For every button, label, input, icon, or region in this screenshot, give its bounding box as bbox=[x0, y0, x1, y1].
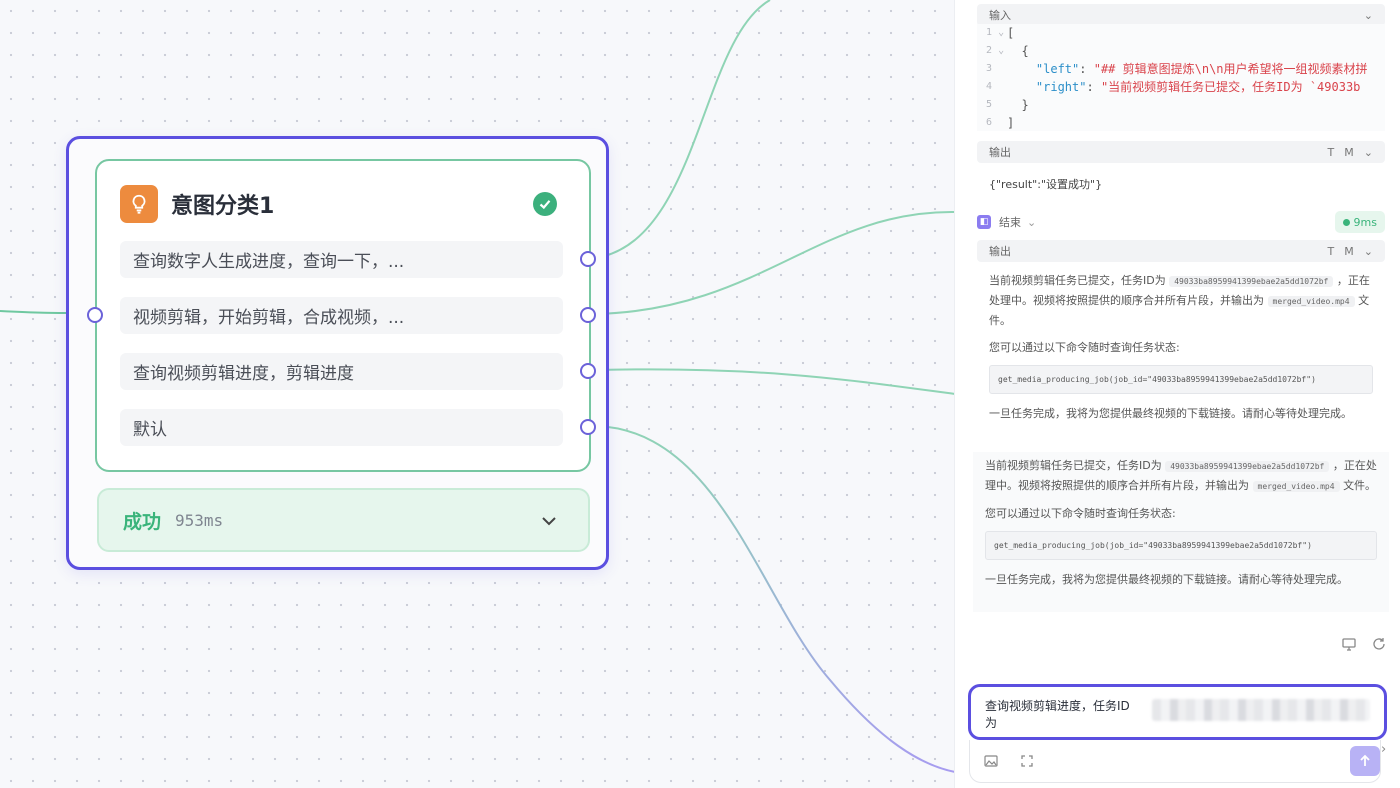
code-line: 1 ⌄[ bbox=[986, 26, 1015, 40]
send-button[interactable] bbox=[1350, 746, 1380, 776]
lightbulb-icon bbox=[120, 185, 158, 223]
status-time: 953ms bbox=[175, 510, 224, 530]
arrow-up-icon bbox=[1360, 754, 1370, 766]
edge-branch-3 bbox=[595, 368, 956, 395]
output-section-label: 输出 bbox=[989, 146, 1011, 159]
chevron-down-icon[interactable]: ⌄ bbox=[1027, 216, 1036, 229]
chat-input[interactable]: 查询视频剪辑进度，任务ID为 bbox=[968, 684, 1387, 740]
output-port-4[interactable] bbox=[580, 419, 596, 435]
run-log-panel: 输入 ⌄ 1 ⌄[ 2 ⌄ { 3 "left": "## 剪辑意图提炼\n\n… bbox=[954, 0, 1400, 788]
success-check-icon bbox=[533, 192, 557, 216]
redacted-text bbox=[1152, 699, 1370, 721]
text-format-button[interactable]: T bbox=[1328, 245, 1335, 258]
output-value: {"result":"设置成功"} bbox=[977, 168, 1385, 196]
intent-item-1[interactable]: 查询数字人生成进度，查询一下，... bbox=[120, 241, 563, 278]
code-line: 5 } bbox=[986, 98, 1029, 112]
input-section-label: 输入 bbox=[989, 9, 1011, 22]
text-format-button[interactable]: T bbox=[1328, 146, 1335, 159]
node-title: 意图分类1 bbox=[171, 194, 275, 219]
chevron-down-icon[interactable]: ⌄ bbox=[1364, 9, 1373, 22]
image-upload-icon[interactable] bbox=[984, 754, 998, 768]
status-dot bbox=[1342, 218, 1350, 226]
duration-badge: 9ms bbox=[1334, 211, 1385, 233]
end-node-label: 结束 bbox=[999, 216, 1021, 229]
run-status-bar[interactable]: 成功 953ms bbox=[97, 488, 590, 552]
chat-input-toolbar bbox=[969, 740, 1381, 783]
intent-item-4[interactable]: 默认 bbox=[120, 409, 563, 446]
chat-reply-message: 当前视频剪辑任务已提交，任务ID为 49033ba8959941399ebae2… bbox=[973, 452, 1389, 612]
chevron-down-icon[interactable]: ⌄ bbox=[1364, 245, 1373, 258]
output-port-2[interactable] bbox=[580, 307, 596, 323]
node-header: 意图分类1 bbox=[120, 185, 559, 223]
edge-branch-1 bbox=[595, 0, 771, 259]
command-code-block: get_media_producing_job(job_id="49033ba8… bbox=[985, 531, 1377, 560]
end-output-message: 当前视频剪辑任务已提交，任务ID为 49033ba8959941399ebae2… bbox=[977, 266, 1385, 432]
edge-branch-2 bbox=[595, 210, 956, 315]
message-paragraph: 当前视频剪辑任务已提交，任务ID为 49033ba8959941399ebae2… bbox=[989, 274, 1370, 327]
end-node-row[interactable]: ◧ 结束 ⌄ 9ms bbox=[977, 210, 1385, 234]
code-line: 3 "left": "## 剪辑意图提炼\n\n用户希望将一组视频素材拼 bbox=[986, 62, 1368, 76]
chevron-down-icon[interactable]: ⌄ bbox=[1364, 146, 1373, 159]
message-paragraph: 您可以通过以下命令随时查询任务状态: bbox=[985, 507, 1176, 520]
edge-branch-4 bbox=[595, 425, 956, 773]
message-paragraph: 一旦任务完成，我将为您提供最终视频的下载链接。请耐心等待处理完成。 bbox=[985, 573, 1348, 586]
output-section-header[interactable]: 输出 T M ⌄ bbox=[977, 141, 1385, 163]
input-port[interactable] bbox=[87, 307, 103, 323]
intent-item-2[interactable]: 视频剪辑，开始剪辑，合成视频，... bbox=[120, 297, 563, 334]
input-code-block: 1 ⌄[ 2 ⌄ { 3 "left": "## 剪辑意图提炼\n\n用户希望将… bbox=[977, 24, 1385, 131]
code-line: 6] bbox=[986, 116, 1015, 130]
message-paragraph: 您可以通过以下命令随时查询任务状态: bbox=[989, 341, 1180, 354]
chat-input-text: 查询视频剪辑进度，任务ID为 bbox=[985, 699, 1130, 730]
intent-item-3[interactable]: 查询视频剪辑进度，剪辑进度 bbox=[120, 353, 563, 390]
end-node-icon: ◧ bbox=[977, 215, 991, 229]
code-line: 4 "right": "当前视频剪辑任务已提交，任务ID为 `49033b bbox=[986, 80, 1361, 94]
end-output-label: 输出 bbox=[989, 245, 1011, 258]
monitor-icon[interactable] bbox=[1341, 636, 1357, 652]
code-line: 2 ⌄ { bbox=[986, 44, 1029, 58]
refresh-icon[interactable] bbox=[1371, 636, 1387, 652]
chevron-down-icon[interactable] bbox=[540, 512, 558, 530]
markdown-format-button[interactable]: M bbox=[1344, 146, 1354, 159]
message-paragraph: 当前视频剪辑任务已提交，任务ID为 49033ba8959941399ebae2… bbox=[985, 459, 1377, 492]
status-label: 成功 bbox=[123, 510, 162, 533]
intent-classifier-node[interactable]: 意图分类1 查询数字人生成进度，查询一下，... 视频剪辑，开始剪辑，合成视频，… bbox=[66, 136, 609, 570]
end-output-section-header[interactable]: 输出 T M ⌄ bbox=[977, 240, 1385, 262]
expand-icon[interactable] bbox=[1020, 754, 1034, 768]
markdown-format-button[interactable]: M bbox=[1344, 245, 1354, 258]
command-code-block: get_media_producing_job(job_id="49033ba8… bbox=[989, 365, 1373, 394]
message-paragraph: 一旦任务完成，我将为您提供最终视频的下载链接。请耐心等待处理完成。 bbox=[989, 407, 1352, 420]
input-section-header[interactable]: 输入 ⌄ bbox=[977, 4, 1385, 26]
output-port-1[interactable] bbox=[580, 251, 596, 267]
output-port-3[interactable] bbox=[580, 363, 596, 379]
chevron-right-icon[interactable]: › bbox=[1381, 742, 1386, 757]
